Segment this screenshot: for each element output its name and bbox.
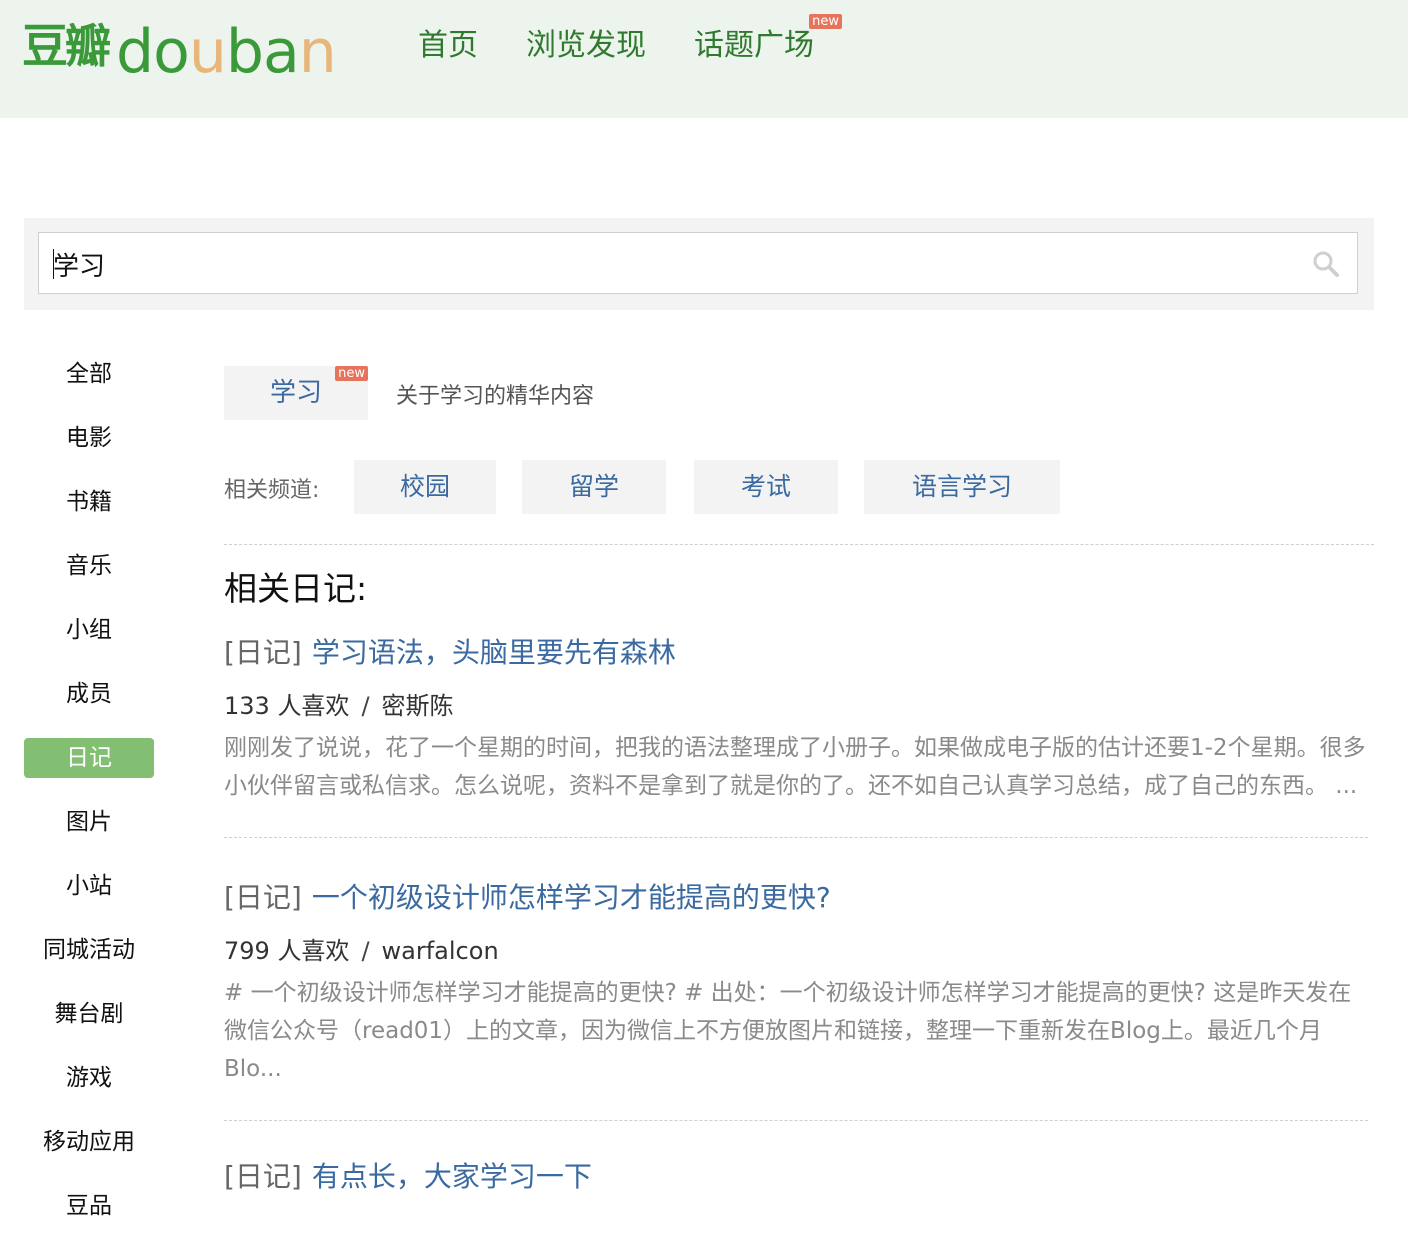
divider [224, 837, 1368, 838]
sidebar-item-diary[interactable]: 日记 [24, 738, 154, 778]
entry-title: [日记] 一个初级设计师怎样学习才能提高的更快? [224, 878, 1374, 918]
divider [224, 544, 1374, 545]
topic-description: 关于学习的精华内容 [396, 384, 595, 409]
search-input[interactable] [51, 243, 1295, 285]
sidebar-item-event[interactable]: 同城活动 [24, 930, 154, 970]
list-item: [日记] 有点长，大家学习一下 [224, 1157, 1374, 1197]
entry-author: warfalcon [381, 937, 499, 965]
sidebar-item-app[interactable]: 移动应用 [24, 1122, 154, 1162]
channel-study-abroad[interactable]: 留学 [522, 460, 666, 514]
sidebar-item-movie[interactable]: 电影 [24, 418, 154, 458]
channel-exam[interactable]: 考试 [694, 460, 838, 514]
entry-author: 密斯陈 [381, 692, 454, 720]
channel-campus[interactable]: 校园 [354, 460, 496, 514]
entry-kind: [日记] [224, 881, 302, 914]
new-badge: new [809, 14, 842, 29]
search-box [38, 232, 1358, 294]
channels-label: 相关频道: [224, 478, 320, 503]
entry-link[interactable]: 一个初级设计师怎样学习才能提高的更快? [312, 881, 831, 914]
meta-separator: / [361, 937, 370, 965]
entry-kind: [日记] [224, 636, 302, 669]
entry-likes: 799 人喜欢 [224, 937, 350, 965]
nav-home[interactable]: 首页 [418, 26, 478, 66]
sidebar-item-drama[interactable]: 舞台剧 [24, 994, 154, 1034]
nav-topics[interactable]: 话题广场 new [694, 14, 842, 66]
sidebar-item-game[interactable]: 游戏 [24, 1058, 154, 1098]
entry-title: [日记] 有点长，大家学习一下 [224, 1157, 1374, 1197]
entry-meta: 799 人喜欢 / warfalcon [224, 934, 1374, 968]
entry-link[interactable]: 有点长，大家学习一下 [312, 1160, 592, 1193]
topic-tag[interactable]: 学习 new [224, 366, 368, 420]
search-bar [24, 218, 1374, 310]
top-header: 豆瓣 douban 首页 浏览发现 话题广场 new [0, 0, 1408, 118]
meta-separator: / [361, 692, 370, 720]
entry-likes: 133 人喜欢 [224, 692, 350, 720]
divider [224, 1120, 1368, 1121]
entry-excerpt: 刚刚发了说说，花了一个星期的时间，把我的语法整理成了小册子。如果做成电子版的估计… [224, 735, 1366, 799]
nav-explore[interactable]: 浏览发现 [526, 26, 646, 66]
results-main: 学习 new 关于学习的精华内容 相关频道: 校园 留学 考试 语言学习 相关日记… [224, 366, 1374, 1197]
section-title: 相关日记: [224, 569, 368, 608]
related-channels: 相关频道: 校园 留学 考试 语言学习 [224, 460, 1374, 514]
sidebar-item-book[interactable]: 书籍 [24, 482, 154, 522]
sidebar-item-all[interactable]: 全部 [24, 354, 154, 394]
sidebar-item-group[interactable]: 小组 [24, 610, 154, 650]
topic-row: 学习 new 关于学习的精华内容 [224, 366, 1374, 420]
entry-title: [日记] 学习语法，头脑里要先有森林 [224, 633, 1374, 673]
sidebar-item-music[interactable]: 音乐 [24, 546, 154, 586]
entry-excerpt: # 一个初级设计师怎样学习才能提高的更快? # 出处：一个初级设计师怎样学习才能… [224, 980, 1352, 1082]
text-caret [53, 249, 54, 279]
list-item: [日记] 一个初级设计师怎样学习才能提高的更快? 799 人喜欢 / warfalco… [224, 878, 1374, 1088]
sidebar-item-member[interactable]: 成员 [24, 674, 154, 714]
logo-cn-text: 豆瓣 [22, 19, 111, 73]
category-sidebar: 全部 电影 书籍 音乐 小组 成员 日记 图片 小站 同城活动 舞台剧 游戏 移… [24, 354, 154, 1250]
main-nav: 首页 浏览发现 话题广场 new [418, 14, 842, 66]
sidebar-item-photo[interactable]: 图片 [24, 802, 154, 842]
new-badge: new [335, 366, 368, 381]
douban-logo[interactable]: 豆瓣 douban [22, 8, 337, 88]
list-item: [日记] 学习语法，头脑里要先有森林 133 人喜欢 / 密斯陈 刚刚发了说说，花了一… [224, 633, 1374, 805]
entry-kind: [日记] [224, 1160, 302, 1193]
search-icon[interactable] [1311, 249, 1341, 279]
channel-language[interactable]: 语言学习 [864, 460, 1060, 514]
entry-link[interactable]: 学习语法，头脑里要先有森林 [312, 636, 676, 669]
entry-meta: 133 人喜欢 / 密斯陈 [224, 689, 1374, 723]
sidebar-item-site[interactable]: 小站 [24, 866, 154, 906]
logo-en-text: douban [116, 17, 337, 87]
sidebar-item-products[interactable]: 豆品 [24, 1186, 154, 1226]
